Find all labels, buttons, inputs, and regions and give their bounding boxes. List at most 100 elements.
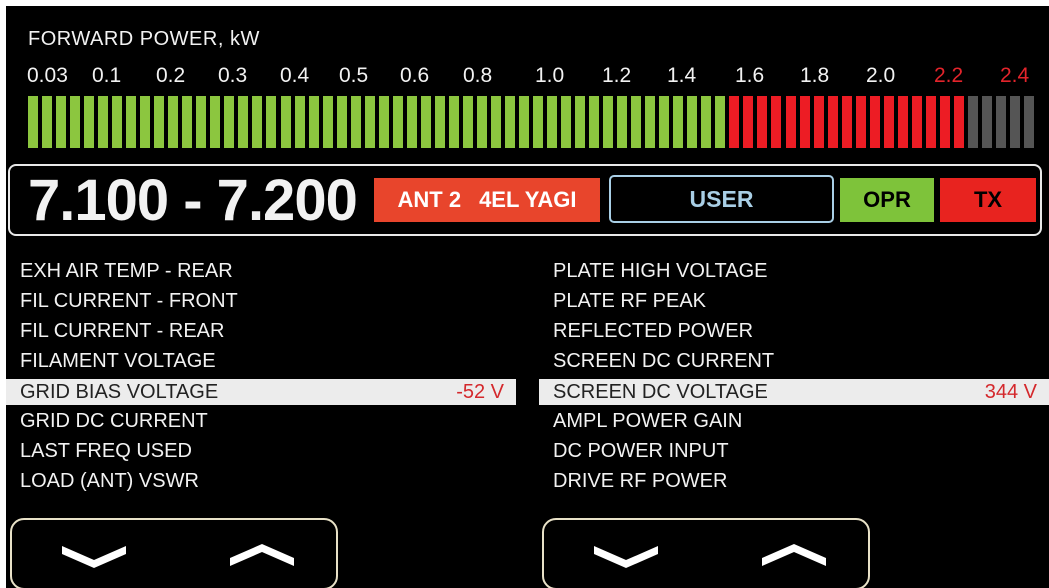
bar-segment-green [323, 96, 333, 148]
param-label: REFLECTED POWER [553, 320, 754, 342]
param-value: 344 V [984, 381, 1037, 403]
bar-segment-green [603, 96, 613, 148]
bar-segment-red [912, 96, 922, 148]
scale-label-alert: 2.4 [1000, 64, 1030, 87]
param-label: DC POWER INPUT [553, 440, 729, 462]
param-label: SCREEN DC VOLTAGE [553, 381, 768, 403]
bar-segment-red [940, 96, 950, 148]
param-label: FIL CURRENT - REAR [20, 320, 225, 342]
bar-segment-green [196, 96, 206, 148]
right-list-navigation [542, 518, 870, 588]
param-row[interactable]: REFLECTED POWER [539, 316, 1049, 346]
bar-segment-green [266, 96, 276, 148]
param-row[interactable]: LOAD (ANT) VSWR [6, 466, 516, 496]
bar-segment-red [814, 96, 824, 148]
bar-segment-red [757, 96, 767, 148]
bar-segment-green [575, 96, 585, 148]
scale-label: 2.0 [866, 64, 896, 87]
bar-segment-red [926, 96, 936, 148]
right-scroll-down-button[interactable] [586, 534, 666, 578]
bar-segment-green [42, 96, 52, 148]
chevron-down-icon [62, 546, 126, 568]
antenna-name: 4EL YAGI [479, 187, 577, 212]
bar-segment-green [210, 96, 220, 148]
bar-segment-grey [996, 96, 1006, 148]
param-row-selected[interactable]: SCREEN DC VOLTAGE 344 V [539, 379, 1049, 405]
bar-segment-green [112, 96, 122, 148]
scale-label: 0.6 [400, 64, 430, 87]
scale-label: 0.5 [339, 64, 369, 87]
bar-segment-green [407, 96, 417, 148]
param-row[interactable]: LAST FREQ USED [6, 436, 516, 466]
bar-segment-green [351, 96, 361, 148]
param-row[interactable]: DC POWER INPUT [539, 436, 1049, 466]
antenna-select-button[interactable]: ANT 2 4EL YAGI [374, 178, 600, 222]
param-label: FILAMENT VOLTAGE [20, 350, 216, 372]
operate-button[interactable]: OPR [840, 178, 934, 222]
bar-segment-green [98, 96, 108, 148]
scale-label-alert: 2.2 [934, 64, 964, 87]
param-row[interactable]: SCREEN DC CURRENT [539, 346, 1049, 376]
bar-segment-green [645, 96, 655, 148]
bar-segment-red [828, 96, 838, 148]
param-row[interactable]: DRIVE RF POWER [539, 466, 1049, 496]
param-label: LOAD (ANT) VSWR [20, 470, 199, 492]
bar-segment-green [309, 96, 319, 148]
amplifier-display: FORWARD POWER, kW 0.03 0.1 0.2 0.3 0.4 0… [6, 6, 1049, 588]
param-label: AMPL POWER GAIN [553, 410, 743, 432]
param-label: GRID BIAS VOLTAGE [20, 381, 219, 403]
param-row[interactable]: PLATE RF PEAK [539, 286, 1049, 316]
antenna-port: ANT 2 [397, 187, 462, 212]
bar-segment-green [56, 96, 66, 148]
bar-segment-grey [1024, 96, 1034, 148]
bar-segment-green [379, 96, 389, 148]
bar-segment-grey [982, 96, 992, 148]
param-label: DRIVE RF POWER [553, 470, 728, 492]
param-row[interactable]: FIL CURRENT - REAR [6, 316, 516, 346]
param-value: -52 V [456, 381, 504, 403]
scale-label: 0.3 [218, 64, 248, 87]
scale-label: 0.03 [27, 64, 68, 87]
left-scroll-down-button[interactable] [54, 534, 134, 578]
parameter-list-left: EXH AIR TEMP - REAR FIL CURRENT - FRONT … [6, 256, 516, 496]
scale-label: 0.8 [463, 64, 493, 87]
bar-segment-green [701, 96, 711, 148]
forward-power-bargraph [28, 96, 1038, 148]
param-row[interactable]: FIL CURRENT - FRONT [6, 286, 516, 316]
bar-segment-red [743, 96, 753, 148]
bar-segment-green [252, 96, 262, 148]
bar-segment-red [771, 96, 781, 148]
bar-segment-red [786, 96, 796, 148]
scale-label: 1.0 [535, 64, 565, 87]
param-row-selected[interactable]: GRID BIAS VOLTAGE -52 V [6, 379, 516, 405]
param-row[interactable]: AMPL POWER GAIN [539, 406, 1049, 436]
transmit-indicator[interactable]: TX [940, 178, 1036, 222]
bar-segment-green [449, 96, 459, 148]
scale-label: 0.1 [92, 64, 122, 87]
bar-segment-green [126, 96, 136, 148]
bar-segment-green [140, 96, 150, 148]
bar-segment-green [295, 96, 305, 148]
param-row[interactable]: EXH AIR TEMP - REAR [6, 256, 516, 286]
bar-segment-green [28, 96, 38, 148]
bar-segment-green [673, 96, 683, 148]
frequency-range: 7.100 - 7.200 [28, 168, 358, 233]
param-row[interactable]: GRID DC CURRENT [6, 406, 516, 436]
param-label: PLATE HIGH VOLTAGE [553, 260, 768, 282]
bar-segment-grey [1010, 96, 1020, 148]
bar-segment-green [435, 96, 445, 148]
bar-segment-green [421, 96, 431, 148]
bar-segment-red [800, 96, 810, 148]
bar-segment-red [884, 96, 894, 148]
chevron-up-icon [230, 544, 294, 566]
right-scroll-up-button[interactable] [754, 534, 834, 578]
user-mode-button[interactable]: USER [609, 175, 834, 223]
scale-label: 0.4 [280, 64, 310, 87]
left-list-navigation [10, 518, 338, 588]
param-label: GRID DC CURRENT [20, 410, 208, 432]
parameter-list-right: PLATE HIGH VOLTAGE PLATE RF PEAK REFLECT… [539, 256, 1049, 496]
left-scroll-up-button[interactable] [222, 534, 302, 578]
param-row[interactable]: FILAMENT VOLTAGE [6, 346, 516, 376]
bar-segment-green [281, 96, 291, 148]
param-row[interactable]: PLATE HIGH VOLTAGE [539, 256, 1049, 286]
